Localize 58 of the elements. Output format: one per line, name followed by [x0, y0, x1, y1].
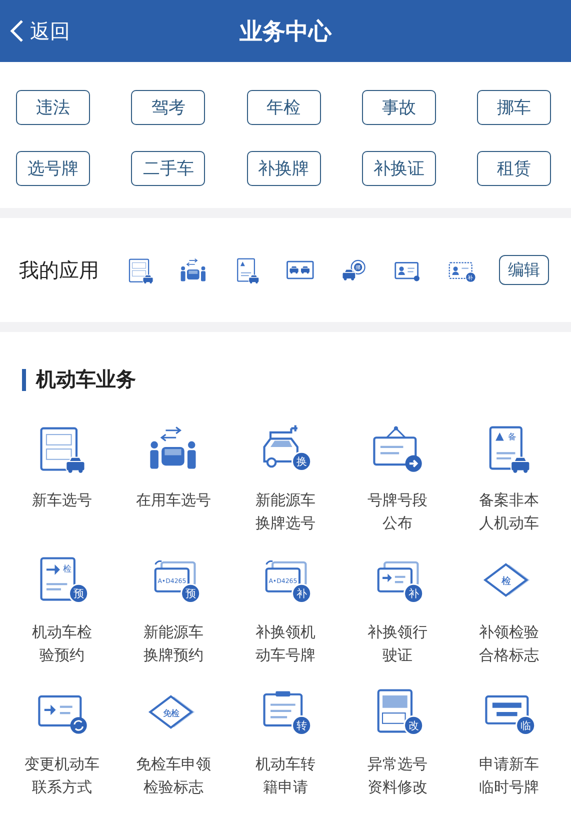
- document-car-icon[interactable]: [128, 258, 154, 284]
- service-label[interactable]: 补领检验 合格标志: [479, 621, 540, 667]
- service-label[interactable]: 新能源车 换牌预约: [144, 621, 204, 667]
- profile-document-icon[interactable]: [236, 258, 260, 284]
- service-tag-button[interactable]: 驾考: [131, 90, 206, 125]
- service-label[interactable]: 异常选号 资料修改: [367, 753, 428, 799]
- profile-document-icon: [489, 426, 530, 473]
- id-card-icon[interactable]: [394, 262, 420, 282]
- badge: 预: [180, 583, 200, 604]
- diamond-tag-icon: [484, 563, 530, 597]
- badge: 补: [404, 583, 424, 604]
- document-car-icon: [40, 427, 86, 473]
- document-icon: [40, 557, 76, 601]
- my-apps-label: 我的应用: [19, 256, 99, 284]
- service-label[interactable]: 机动车检 验预约: [32, 621, 92, 667]
- notice-board-icon: [373, 426, 422, 472]
- diamond-tag-icon: [148, 695, 194, 729]
- service-label[interactable]: 新能源车 换牌选号: [255, 489, 316, 535]
- license-card-icon: [38, 695, 87, 734]
- badge: 改: [404, 715, 424, 736]
- service-label[interactable]: 新车选号: [32, 489, 92, 512]
- service-label[interactable]: 在用车选号: [136, 489, 212, 512]
- service-tag-button[interactable]: 年检: [246, 90, 320, 125]
- service-label[interactable]: 机动车转 籍申请: [255, 753, 316, 799]
- service-label[interactable]: 备案非本 人机动车: [479, 489, 540, 535]
- edit-button[interactable]: 编辑: [499, 255, 549, 285]
- badge: 预: [68, 583, 89, 604]
- service-tag-button[interactable]: 违法: [16, 90, 90, 125]
- back-icon: [10, 19, 24, 43]
- badge: 补: [292, 583, 312, 604]
- service-tag-button[interactable]: 二手车: [131, 150, 206, 186]
- service-label[interactable]: 免检车申领 检验标志: [136, 753, 212, 799]
- badge-label: 备: [508, 432, 516, 442]
- badge: 换: [292, 451, 312, 472]
- service-tag-button[interactable]: 挪车: [477, 90, 551, 125]
- page-title: 业务中心: [240, 18, 332, 46]
- badge: 转: [292, 715, 312, 736]
- service-label[interactable]: 号牌号段 公布: [367, 489, 428, 535]
- service-label[interactable]: 补换领机 动车号牌: [255, 621, 316, 667]
- service-tag-button[interactable]: 补换证: [362, 150, 436, 186]
- service-tag-button[interactable]: 选号牌: [16, 150, 90, 186]
- people-car-icon[interactable]: [181, 258, 206, 282]
- section-marker: [22, 368, 26, 390]
- service-label[interactable]: 申请新车 临时号牌: [479, 753, 540, 799]
- id-card-icon[interactable]: [448, 262, 472, 279]
- service-tag-button[interactable]: 补换牌: [246, 150, 320, 186]
- section-title: 机动车业务: [36, 366, 136, 393]
- service-tag-button[interactable]: 事故: [362, 90, 436, 125]
- back-button[interactable]: 返回: [10, 18, 70, 44]
- service-label[interactable]: 变更机动车 联系方式: [24, 753, 100, 799]
- car-photo-icon[interactable]: [286, 260, 314, 280]
- people-car-icon: [150, 426, 196, 469]
- badge: 临: [516, 715, 536, 736]
- service-tag-button[interactable]: 租赁: [477, 150, 551, 186]
- document-mark: 检: [63, 564, 72, 574]
- tag-label: 免检: [162, 708, 179, 718]
- service-label[interactable]: 补换领行 驶证: [367, 621, 428, 667]
- tag-label: 检: [501, 576, 510, 588]
